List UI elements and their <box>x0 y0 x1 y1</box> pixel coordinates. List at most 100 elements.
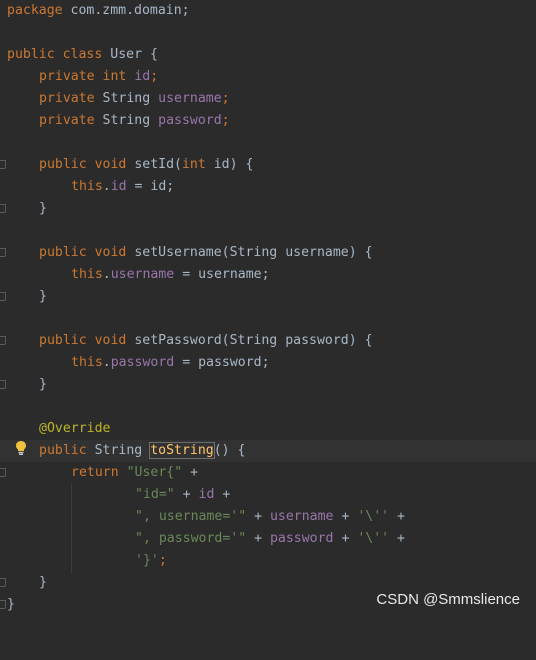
field-name: id <box>198 487 215 502</box>
keyword: package <box>7 3 63 18</box>
keyword: public <box>39 333 87 348</box>
field-name: id <box>110 179 127 194</box>
punctuation: ( <box>221 245 230 260</box>
type: String <box>102 113 151 128</box>
code-line[interactable]: this.password = password; <box>0 352 536 374</box>
keyword: public <box>39 245 87 260</box>
char-literal: '\'' <box>357 531 390 546</box>
field-name: username <box>269 509 334 524</box>
operator: + <box>246 531 270 546</box>
watermark: CSDN @Smmslience <box>376 591 520 608</box>
operator: + <box>389 531 405 546</box>
keyword: void <box>94 245 127 260</box>
method-name: setId <box>134 157 175 172</box>
type: String <box>102 91 151 106</box>
closing-brace: } <box>39 377 47 392</box>
expression: = password; <box>174 355 270 370</box>
field-name: username <box>110 267 175 282</box>
code-line[interactable]: ", username='" + username + '\'' + <box>0 506 536 528</box>
code-line[interactable]: return "User{" + <box>0 462 536 484</box>
code-line[interactable]: ", password='" + password + '\'' + <box>0 528 536 550</box>
string-literal: "User{" <box>126 465 183 480</box>
code-line[interactable]: this.id = id; <box>0 176 536 198</box>
code-line[interactable]: "id=" + id + <box>0 484 536 506</box>
punctuation: { <box>142 47 158 62</box>
code-line[interactable]: } <box>0 286 536 308</box>
parameter: id <box>205 157 230 172</box>
punctuation: ) { <box>348 245 373 260</box>
char-literal: '\'' <box>357 509 390 524</box>
punctuation: ( <box>221 333 230 348</box>
keyword: this <box>71 355 103 370</box>
expression: = id; <box>126 179 175 194</box>
parameter: password <box>277 333 349 348</box>
code-line[interactable]: '}'; <box>0 550 536 572</box>
keyword: private <box>39 113 95 128</box>
closing-brace: } <box>39 289 47 304</box>
punctuation: ; <box>158 553 167 568</box>
operator: + <box>174 487 199 502</box>
keyword: return <box>71 465 119 480</box>
code-editor[interactable]: package com.zmm.domain; public class Use… <box>0 0 536 616</box>
operator: + <box>333 509 358 524</box>
keyword: this <box>71 179 103 194</box>
code-line[interactable]: } <box>0 198 536 220</box>
closing-brace: } <box>39 575 47 590</box>
code-line[interactable]: public class User { <box>0 44 536 66</box>
char-literal: '}' <box>135 553 159 568</box>
keyword: this <box>71 267 103 282</box>
keyword: private <box>39 69 95 84</box>
field-name: username <box>158 91 222 106</box>
code-line[interactable]: @Override <box>0 418 536 440</box>
punctuation: ) { <box>229 157 254 172</box>
keyword: void <box>94 157 127 172</box>
keyword: private <box>39 91 95 106</box>
punctuation: ( <box>174 157 182 172</box>
method-name: setPassword <box>134 333 222 348</box>
type: int <box>102 69 127 84</box>
punctuation: . <box>102 355 111 370</box>
string-literal: ", username='" <box>135 509 247 524</box>
code-line-current[interactable]: public String toString() { <box>0 440 536 462</box>
parameter: username <box>277 245 349 260</box>
keyword: public <box>7 47 55 62</box>
field-name: password <box>158 113 222 128</box>
code-line[interactable]: public void setPassword(String password)… <box>0 330 536 352</box>
string-literal: "id=" <box>135 487 175 502</box>
punctuation: ; <box>221 113 230 128</box>
code-line[interactable]: } <box>0 374 536 396</box>
code-line[interactable]: package com.zmm.domain; <box>0 0 536 22</box>
closing-brace: } <box>7 597 15 612</box>
string-literal: ", password='" <box>135 531 247 546</box>
type: String <box>229 333 278 348</box>
code-line[interactable]: public void setUsername(String username)… <box>0 242 536 264</box>
keyword: void <box>94 333 127 348</box>
type: String <box>229 245 278 260</box>
field-name: password <box>269 531 334 546</box>
operator: + <box>333 531 358 546</box>
class-name: User <box>110 47 143 62</box>
punctuation: . <box>102 179 111 194</box>
type: int <box>181 157 206 172</box>
code-line[interactable]: this.username = username; <box>0 264 536 286</box>
punctuation: () { <box>213 443 246 458</box>
field-name: id <box>134 69 151 84</box>
type: String <box>94 443 143 458</box>
field-name: password <box>110 355 175 370</box>
code-line[interactable]: private int id; <box>0 66 536 88</box>
punctuation: ; <box>150 69 159 84</box>
operator: + <box>214 487 231 502</box>
keyword: public <box>39 443 87 458</box>
lightbulb-icon[interactable] <box>14 440 28 456</box>
punctuation: ; <box>221 91 230 106</box>
annotation: @Override <box>39 421 111 436</box>
code-line[interactable]: public void setId(int id) { <box>0 154 536 176</box>
expression: = username; <box>174 267 270 282</box>
code-line[interactable]: private String username; <box>0 88 536 110</box>
punctuation: ) { <box>348 333 373 348</box>
method-name: setUsername <box>134 245 222 260</box>
code-line[interactable]: private String password; <box>0 110 536 132</box>
operator: + <box>182 465 199 480</box>
package-name: com.zmm.domain; <box>62 3 190 18</box>
method-name: toString <box>149 442 215 459</box>
